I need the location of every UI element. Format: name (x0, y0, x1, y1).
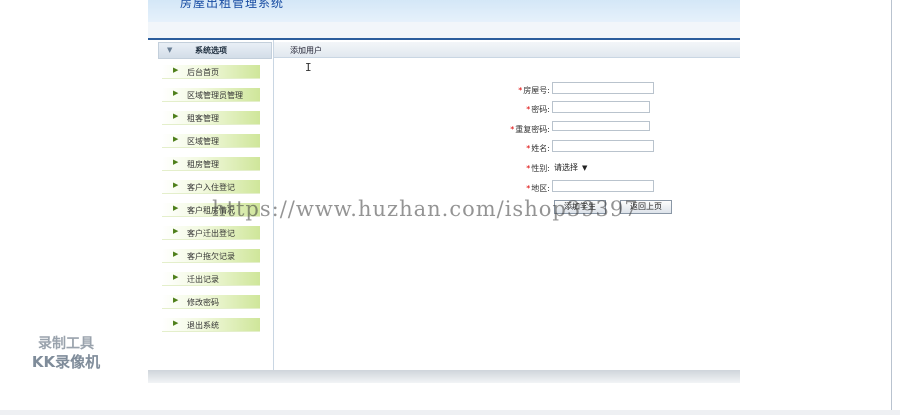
name-label-cell: *姓名: (474, 141, 550, 155)
sidebar-item-areas[interactable]: ▶ 区域管理 (162, 134, 260, 148)
sidebar-item-tenants[interactable]: ▶ 租客管理 (162, 111, 260, 125)
confirm-password-input[interactable] (552, 121, 650, 131)
recorder-logo-line2: KK录像机 (31, 353, 101, 371)
text-cursor-icon: I (305, 61, 312, 74)
sidebar-item-label: 修改密码 (187, 298, 219, 307)
required-marker: * (526, 105, 531, 114)
sidebar-item-checkout[interactable]: ▶ 客户迁出登记 (162, 226, 260, 240)
area-input[interactable] (552, 180, 654, 192)
arrow-right-icon: ▶ (173, 250, 179, 258)
gender-select[interactable]: 请选择 ▼ (554, 162, 587, 173)
watermark-text: https://www.huzhan.com/ishop39397 (212, 197, 639, 221)
app-window: 房屋出租管理系统 ▼ 系统选项 ▶ 后台首页 ▶ 区域管理员管理 ▶ 租客管理 … (148, 0, 740, 383)
confirm-password-label: 重复密码: (515, 125, 550, 134)
recorder-logo: 录制工具 KK录像机 (18, 333, 114, 372)
sidebar-item-label: 后台首页 (187, 68, 219, 77)
required-marker: * (510, 125, 515, 134)
arrow-right-icon: ▶ (173, 112, 179, 120)
room-no-label: 房屋号: (523, 86, 550, 95)
area-label: 地区: (531, 184, 550, 193)
arrow-right-icon: ▶ (173, 204, 179, 212)
chevron-down-icon: ▼ (582, 164, 588, 172)
header-gap (148, 22, 740, 38)
sidebar-item-label: 区域管理 (187, 137, 219, 146)
sidebar-item-label: 退出系统 (187, 321, 219, 330)
sidebar-item-label: 区域管理员管理 (187, 91, 243, 100)
name-label: 姓名: (531, 144, 550, 153)
sidebar-item-label: 租房管理 (187, 160, 219, 169)
arrow-right-icon: ▶ (173, 181, 179, 189)
arrow-right-icon: ▶ (173, 227, 179, 235)
arrow-right-icon: ▶ (173, 296, 179, 304)
gender-label-cell: *性别: (474, 161, 550, 175)
room-no-label-cell: *房屋号: (474, 83, 550, 97)
sidebar-item-arrears[interactable]: ▶ 客户拖欠记录 (162, 249, 260, 263)
content-tabbar: 添加用户 (274, 42, 740, 58)
bottom-strip (0, 410, 900, 415)
app-header: 房屋出租管理系统 (148, 0, 740, 22)
password-label-cell: *密码: (474, 102, 550, 116)
sidebar-item-home[interactable]: ▶ 后台首页 (162, 65, 260, 79)
area-label-cell: *地区: (474, 181, 550, 195)
app-title: 房屋出租管理系统 (180, 0, 285, 10)
gender-label: 性别: (531, 164, 550, 173)
arrow-right-icon: ▶ (173, 319, 179, 327)
room-no-input[interactable] (552, 82, 654, 94)
required-marker: * (526, 164, 531, 173)
confirm-password-label-cell: *重复密码: (474, 122, 550, 136)
recorder-logo-line1: 录制工具 (38, 336, 94, 352)
sidebar-item-label: 客户拖欠记录 (187, 252, 235, 261)
gender-select-value: 请选择 (554, 163, 578, 172)
sidebar-item-change-password[interactable]: ▶ 修改密码 (162, 295, 260, 309)
arrow-right-icon: ▶ (173, 66, 179, 74)
sidebar-item-logout[interactable]: ▶ 退出系统 (162, 318, 260, 332)
arrow-right-icon: ▶ (173, 273, 179, 281)
chevron-down-icon[interactable]: ▼ (167, 46, 172, 54)
sidebar-header[interactable]: ▼ 系统选项 (158, 42, 272, 59)
name-input[interactable] (552, 140, 654, 152)
sidebar-item-label: 租客管理 (187, 114, 219, 123)
sidebar-item-rentals[interactable]: ▶ 租房管理 (162, 157, 260, 171)
arrow-right-icon: ▶ (173, 89, 179, 97)
window-edge (891, 0, 892, 415)
sidebar-item-area-admins[interactable]: ▶ 区域管理员管理 (162, 88, 260, 102)
arrow-right-icon: ▶ (173, 158, 179, 166)
sidebar-heading: 系统选项 (195, 46, 227, 55)
footer-bar (148, 370, 740, 383)
sidebar-item-label: 客户入住登记 (187, 183, 235, 192)
arrow-right-icon: ▶ (173, 135, 179, 143)
sidebar-item-label: 迁出记录 (187, 275, 219, 284)
sidebar-item-label: 客户迁出登记 (187, 229, 235, 238)
password-label: 密码: (531, 105, 550, 114)
password-input[interactable] (552, 101, 650, 113)
sidebar-item-checkout-records[interactable]: ▶ 迁出记录 (162, 272, 260, 286)
required-marker: * (526, 184, 531, 193)
required-marker: * (518, 86, 523, 95)
page-title: 添加用户 (290, 46, 322, 55)
sidebar-item-checkin[interactable]: ▶ 客户入住登记 (162, 180, 260, 194)
required-marker: * (526, 144, 531, 153)
